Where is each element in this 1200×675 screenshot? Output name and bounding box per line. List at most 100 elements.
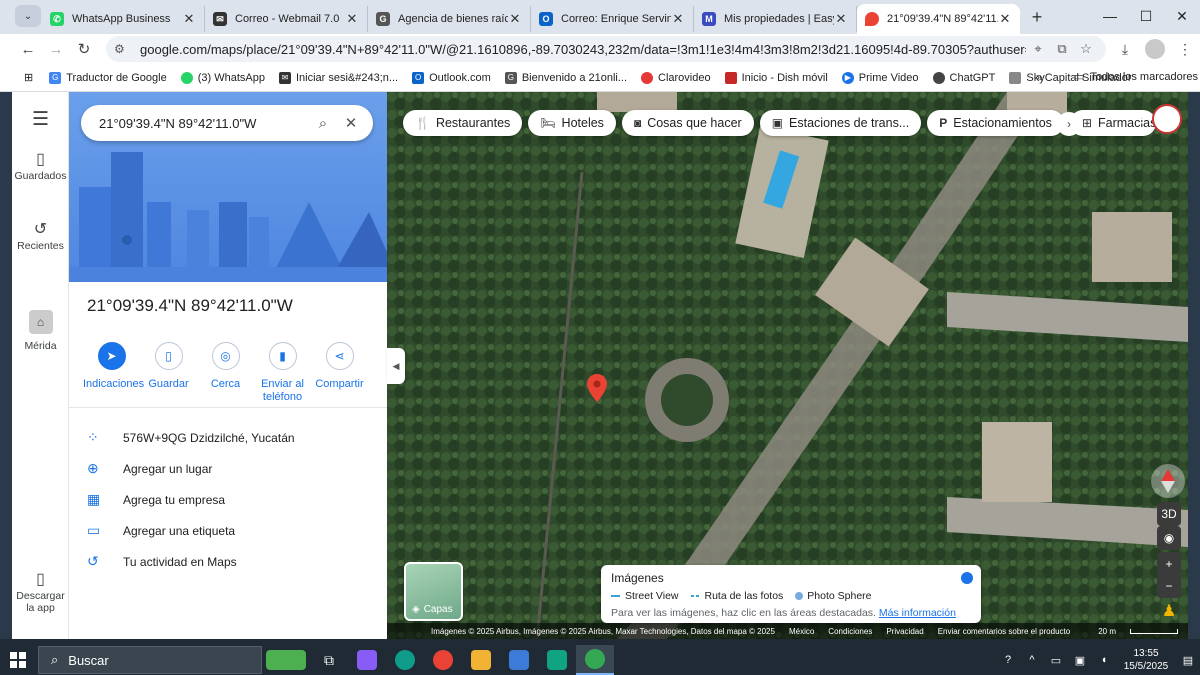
bookmarks-overflow-button[interactable]: » <box>1036 70 1043 84</box>
task-view-button[interactable]: ⧉ <box>310 645 348 675</box>
menu-button[interactable]: ☰ <box>12 110 69 130</box>
bookmark-item[interactable]: Clarovideo <box>641 71 711 84</box>
plus-code-row[interactable]: ⁘ 576W+9QG Dzidzilché, Yucatán <box>87 429 377 446</box>
search-input[interactable]: 21°09'39.4"N 89°42'11.0"W <box>99 116 305 131</box>
download-icon[interactable]: ⤓ <box>1110 41 1140 58</box>
news-widget[interactable] <box>262 645 310 675</box>
directions-button[interactable]: ➤ Indicaciones <box>83 342 144 404</box>
back-button[interactable]: ← <box>14 35 42 63</box>
close-icon[interactable]: ✕ <box>998 11 1012 27</box>
collapse-panel-button[interactable]: ◀ <box>387 348 405 384</box>
add-business-row[interactable]: ▦ Agrega tu empresa <box>87 491 377 508</box>
close-icon[interactable]: ✕ <box>508 11 522 27</box>
more-vert-icon[interactable]: ⋮ <box>1170 41 1200 58</box>
close-window-button[interactable]: ✕ <box>1164 0 1200 32</box>
rail-recent[interactable]: ↺ Recientes <box>12 222 69 253</box>
bookmark-item[interactable]: G Bienvenido a 21onli... <box>504 71 627 84</box>
send-to-phone-button[interactable]: ▮ Enviar al teléfono <box>254 342 311 404</box>
tab-search-button[interactable]: ⌄ <box>15 5 41 27</box>
maximize-button[interactable]: ☐ <box>1128 0 1164 32</box>
close-icon[interactable]: ✕ <box>182 11 196 27</box>
apps-grid-icon[interactable]: ⊞ <box>24 71 33 84</box>
pegman-button[interactable]: ♟ <box>1157 599 1181 623</box>
nearby-button[interactable]: ◎ Cerca <box>197 342 254 404</box>
bookmark-item[interactable]: (3) WhatsApp <box>180 71 265 84</box>
close-icon[interactable]: ✕ <box>671 11 685 27</box>
my-location-button[interactable]: ◉ <box>1157 526 1181 550</box>
chip-parking[interactable]: P Estacionamientos <box>927 110 1064 136</box>
layers-button[interactable]: ◈ Capas <box>404 562 463 621</box>
tab-outlook[interactable]: O Correo: Enrique Servin D. ✕ <box>531 6 694 32</box>
taskbar-copilot[interactable] <box>348 645 386 675</box>
taskbar-chrome[interactable] <box>424 645 462 675</box>
forward-button[interactable]: → <box>42 35 70 63</box>
taskbar-calculator[interactable] <box>500 645 538 675</box>
add-place-row[interactable]: ⊕ Agregar un lugar <box>87 460 377 477</box>
feedback-link[interactable]: Enviar comentarios sobre el producto <box>938 627 1071 636</box>
avatar[interactable] <box>1145 39 1165 59</box>
map-pin-icon[interactable] <box>587 374 607 402</box>
bookmark-item[interactable]: G Traductor de Google <box>49 71 167 84</box>
taskbar-search[interactable]: ⌕ Buscar <box>38 646 262 674</box>
satellite-map[interactable]: 🍴 Restaurantes 🛏 Hoteles ◙ Cosas que hacer … <box>387 92 1188 639</box>
rail-saved[interactable]: ▯ Guardados <box>12 152 69 183</box>
add-label-row[interactable]: ▭ Agregar una etiqueta <box>87 522 377 539</box>
share-button[interactable]: ⋖ Compartir <box>311 342 368 404</box>
more-info-link[interactable]: Más información <box>879 607 956 619</box>
terms-link[interactable]: Condiciones <box>828 627 872 636</box>
start-button[interactable] <box>0 652 36 668</box>
taskbar-edge[interactable] <box>386 645 424 675</box>
minimize-button[interactable]: — <box>1092 0 1128 32</box>
chevron-up-icon[interactable]: ^ <box>1020 654 1044 666</box>
country-link[interactable]: México <box>789 627 814 636</box>
scale-control[interactable]: 20 m <box>1084 627 1178 636</box>
compass-button[interactable] <box>1151 464 1185 498</box>
close-icon[interactable]: ✕ <box>345 11 359 27</box>
tab-webmail[interactable]: ✉ Correo - Webmail 7.0 ✕ <box>205 6 368 32</box>
star-icon[interactable]: ☆ <box>1074 41 1098 57</box>
tab-agencia[interactable]: G Agencia de bienes raíces ✕ <box>368 6 531 32</box>
search-icon[interactable]: ⌕ <box>305 115 341 132</box>
zoom-in-button[interactable]: + <box>1157 552 1181 576</box>
bookmark-item[interactable]: ▶ Prime Video <box>841 71 919 84</box>
rail-recent-place[interactable]: ⌂ Mérida <box>12 310 69 352</box>
close-icon[interactable]: ✕ <box>341 114 361 132</box>
save-button[interactable]: ▯ Guardar <box>140 342 197 404</box>
open-in-app-icon[interactable]: ⧉ <box>1050 41 1074 57</box>
google-apps-icon[interactable]: ⋮⋮ <box>1121 114 1149 131</box>
chips-next-button[interactable]: › <box>1057 112 1081 136</box>
all-bookmarks-button[interactable]: ▭ Todos los marcadores <box>1074 70 1198 84</box>
taskbar-chatgpt[interactable] <box>538 645 576 675</box>
location-icon[interactable]: ⌖ <box>1026 41 1050 57</box>
taskbar-explorer[interactable] <box>462 645 500 675</box>
tab-whatsapp[interactable]: ✆ WhatsApp Business ✕ <box>42 6 205 32</box>
account-avatar[interactable] <box>1152 104 1182 134</box>
site-info-icon[interactable]: ⚙ <box>114 42 132 56</box>
notifications-icon[interactable]: ▤ <box>1176 654 1200 667</box>
search-box[interactable]: 21°09'39.4"N 89°42'11.0"W ⌕ ✕ <box>81 105 373 141</box>
taskbar-chrome-active[interactable] <box>576 645 614 675</box>
zoom-out-button[interactable]: − <box>1157 574 1181 598</box>
volume-icon[interactable]: ◖ <box>1092 654 1116 666</box>
tab-maps[interactable]: 21°09'39.4"N 89°42'11.0"W ✕ <box>857 4 1020 34</box>
url-text[interactable]: google.com/maps/place/21°09'39.4"N+89°42… <box>140 42 1026 57</box>
reload-button[interactable]: ↻ <box>70 35 98 63</box>
close-icon[interactable]: ✕ <box>834 11 848 27</box>
bookmark-item[interactable]: ✉ Iniciar sesi&#243;n... <box>278 71 398 84</box>
3d-button[interactable]: 3D <box>1157 502 1181 526</box>
privacy-link[interactable]: Privacidad <box>886 627 923 636</box>
rail-download-app[interactable]: ▯ Descargar la app <box>12 572 69 615</box>
bookmark-item[interactable]: Inicio - Dish móvil <box>724 71 828 84</box>
address-bar[interactable]: ⚙ google.com/maps/place/21°09'39.4"N+89°… <box>106 36 1106 62</box>
bookmark-item[interactable]: O Outlook.com <box>412 71 491 84</box>
battery-icon[interactable]: ▭ <box>1044 654 1068 667</box>
bookmark-item[interactable]: ChatGPT <box>932 71 995 84</box>
images-toggle[interactable] <box>961 572 973 584</box>
network-icon[interactable]: ▣ <box>1068 654 1092 667</box>
chip-restaurants[interactable]: 🍴 Restaurantes <box>403 110 523 136</box>
chip-transit[interactable]: ▣ Estaciones de trans... <box>759 110 922 136</box>
maps-activity-row[interactable]: ↺ Tu actividad en Maps <box>87 553 377 570</box>
clock[interactable]: 13:55 15/5/2025 <box>1116 647 1176 673</box>
tab-easybroker[interactable]: M Mis propiedades | EasyBro ✕ <box>694 6 857 32</box>
help-icon[interactable]: ? <box>996 654 1020 666</box>
